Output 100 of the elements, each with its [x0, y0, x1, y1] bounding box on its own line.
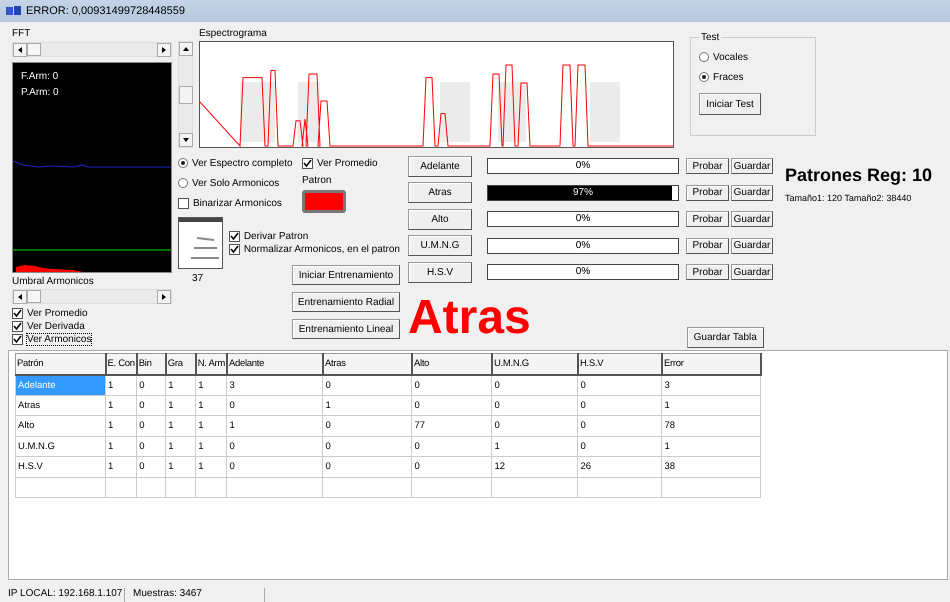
- table-cell: 0: [412, 395, 492, 416]
- checkbox[interactable]: Derivar Patron: [228, 230, 400, 243]
- training-button[interactable]: Entrenamiento Lineal: [292, 319, 400, 339]
- table-cell: 0: [226, 395, 323, 416]
- table-cell: 1: [196, 456, 227, 477]
- table-cell: 1: [166, 456, 196, 477]
- table-cell: 1: [662, 395, 761, 416]
- pattern-button[interactable]: Atras: [408, 182, 472, 204]
- table-cell: 0: [322, 436, 412, 456]
- table-cell: 1: [196, 416, 227, 436]
- radio-button[interactable]: Fraces: [699, 67, 807, 87]
- table-cell[interactable]: H.S.V: [16, 456, 106, 477]
- start-test-button[interactable]: Iniciar Test: [699, 93, 761, 115]
- column-header[interactable]: Atras: [322, 354, 412, 374]
- spectrogram-label: Espectrograma: [199, 28, 267, 39]
- group-title: Test: [700, 32, 720, 43]
- pattern-button[interactable]: Alto: [408, 208, 472, 230]
- table-cell[interactable]: Atras: [16, 395, 106, 416]
- progress-reading: 0%: [574, 266, 592, 278]
- radio-button[interactable]: Ver Solo Armonicos: [178, 173, 302, 193]
- training-button[interactable]: Iniciar Entrenamiento: [292, 265, 400, 285]
- scrollbar[interactable]: [178, 41, 193, 148]
- training-button[interactable]: Entrenamiento Radial: [292, 292, 400, 312]
- checkbox[interactable]: Normalizar Armonicos, en el patron: [228, 243, 400, 256]
- test-button[interactable]: Probar: [686, 211, 729, 228]
- column-header[interactable]: Error: [662, 354, 761, 374]
- checkbox[interactable]: Ver Derivada: [12, 320, 172, 333]
- table-cell: 1: [196, 395, 227, 416]
- table-cell: 38: [662, 456, 761, 477]
- column-header[interactable]: Gra: [166, 354, 196, 374]
- table-cell: 1: [166, 416, 196, 436]
- radio-button[interactable]: Ver Espectro completo: [178, 153, 302, 173]
- table-cell[interactable]: U.M.N.G: [16, 436, 106, 456]
- table-cell[interactable]: Alto: [16, 416, 106, 436]
- table-cell: 0: [136, 395, 166, 416]
- test-button[interactable]: Probar: [686, 264, 729, 280]
- column-header[interactable]: H.S.V: [578, 354, 662, 374]
- checkbox[interactable]: Ver Promedio: [302, 153, 400, 173]
- column-header[interactable]: Adelante: [226, 354, 323, 374]
- save-button[interactable]: Guardar: [731, 158, 773, 174]
- table-cell: 0: [578, 416, 662, 436]
- table-cell: 0: [136, 436, 166, 456]
- pattern-button[interactable]: U.M.N.G: [408, 235, 472, 256]
- l-arrow-icon: [17, 46, 23, 52]
- count-text: 37: [192, 273, 204, 286]
- checkbox[interactable]: Ver Armonicos: [12, 333, 172, 346]
- table-cell: 1: [106, 395, 137, 416]
- save-table-button[interactable]: Guardar Tabla: [686, 326, 764, 348]
- scrollbar[interactable]: [12, 289, 172, 304]
- readout-text: P.Arm: 0: [21, 87, 59, 98]
- table-cell: 77: [412, 416, 492, 436]
- checkbox[interactable]: Ver Promedio: [12, 307, 172, 320]
- column-header[interactable]: N. Arm: [196, 354, 227, 374]
- table-cell: 1: [196, 436, 227, 456]
- table-cell: 1: [662, 436, 761, 456]
- test-button[interactable]: Probar: [686, 158, 729, 174]
- table-cell: 1: [106, 456, 137, 477]
- readout-text: F.Arm: 0: [21, 71, 58, 82]
- column-header[interactable]: Alto: [412, 354, 492, 374]
- table-cell: 1: [106, 436, 137, 456]
- table-cell: 1: [492, 436, 578, 456]
- table-cell: 0: [412, 456, 492, 477]
- r-arrow-icon: [161, 294, 167, 300]
- table-cell: 1: [166, 395, 196, 416]
- pattern-button[interactable]: H.S.V: [408, 262, 472, 283]
- table-cell: 0: [322, 456, 412, 477]
- table-cell: 0: [578, 395, 662, 416]
- save-button[interactable]: Guardar: [731, 238, 773, 254]
- table-cell: 0: [136, 416, 166, 436]
- column-header[interactable]: U.M.N.G: [492, 354, 578, 374]
- table-cell: 0: [226, 456, 323, 477]
- save-button[interactable]: Guardar: [731, 211, 773, 228]
- checkbox[interactable]: Binarizar Armonicos: [178, 193, 302, 213]
- scroll-thumb[interactable]: [27, 290, 41, 303]
- scrollbar[interactable]: [12, 42, 172, 57]
- table-cell: 0: [492, 395, 578, 416]
- table-cell: 1: [106, 416, 137, 436]
- sizes-text: Tamaño1: 120 Tamaño2: 38440: [785, 192, 912, 204]
- scroll-thumb[interactable]: [27, 43, 41, 56]
- pattern-button[interactable]: Adelante: [408, 156, 472, 177]
- window-title: ERROR: 0,00931499728448559: [26, 5, 186, 17]
- l-arrow-icon: [17, 294, 23, 300]
- radio-button[interactable]: Vocales: [699, 47, 807, 67]
- column-header[interactable]: Bin: [136, 354, 166, 374]
- table-cell: 12: [492, 456, 578, 477]
- test-button[interactable]: Probar: [686, 238, 729, 254]
- column-header[interactable]: E. Con: [106, 354, 137, 374]
- progress-reading: 0%: [574, 160, 592, 172]
- test-button[interactable]: Probar: [686, 184, 729, 201]
- fft-label: FFT: [12, 28, 32, 40]
- save-button[interactable]: Guardar: [731, 184, 773, 201]
- status-text: IP LOCAL: 192.168.1.107: [0, 588, 125, 602]
- patterns-count-title: Patrones Reg: 10: [785, 165, 934, 186]
- u-arrow-icon: [183, 46, 189, 52]
- scroll-thumb[interactable]: [179, 86, 193, 104]
- dn-arrow-icon: [183, 137, 189, 143]
- save-button[interactable]: Guardar: [731, 264, 773, 280]
- table-cell: 0: [136, 456, 166, 477]
- column-header[interactable]: Patrón: [16, 354, 106, 374]
- table-cell: 1: [322, 395, 412, 416]
